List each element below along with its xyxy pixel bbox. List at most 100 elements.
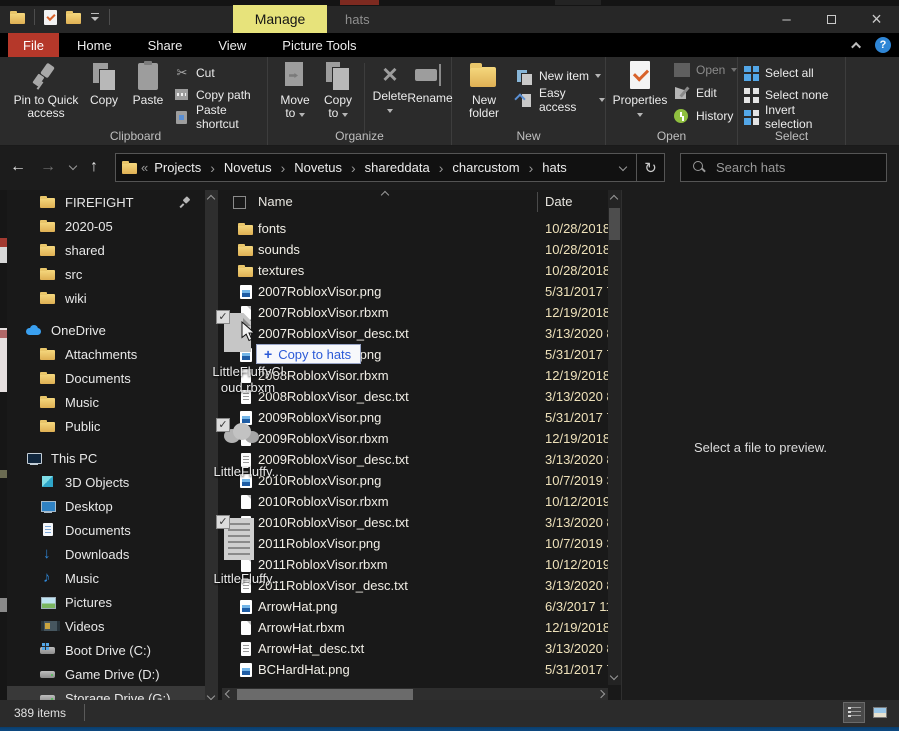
file-row[interactable]: 2010RobloxVisor.rbxm 10/12/2019 [222,491,608,512]
file-row[interactable]: 2009RobloxVisor.rbxm 12/19/2018 [222,428,608,449]
scroll-right-icon[interactable] [597,690,605,698]
address-dropdown-icon[interactable] [619,163,627,171]
file-name[interactable]: 2008RobloxVisor.rbxm [258,368,545,383]
qat-customize-dropdown-icon[interactable] [90,11,100,23]
column-header-date[interactable]: Date [545,194,572,209]
file-name[interactable]: textures [258,263,545,278]
tab-manage[interactable]: Manage [233,5,327,33]
file-name[interactable]: fonts [258,221,545,236]
details-view-button[interactable] [843,702,865,723]
file-row[interactable]: 2010RobloxVisor_desc.txt 3/13/2020 8 [222,512,608,533]
sidebar-item[interactable]: Videos [0,614,205,638]
tab-view[interactable]: View [200,33,264,57]
file-list-vertical-scrollbar[interactable] [608,190,621,685]
sidebar-item[interactable]: Documents [0,366,205,390]
collapse-ribbon-icon[interactable] [851,41,861,51]
properties-button[interactable]: Properties [610,61,670,120]
breadcrumb-item[interactable]: Novetus › [224,160,294,176]
sidebar-item-this-pc[interactable]: This PC [0,446,205,470]
tab-picture-tools[interactable]: Picture Tools [264,33,374,57]
file-name[interactable]: ArrowHat.png [258,599,545,614]
file-name[interactable]: 2010RobloxVisor_desc.txt [258,515,545,530]
cut-button[interactable]: ✂ Cut [174,64,215,82]
sidebar-item[interactable]: Music [0,390,205,414]
close-button[interactable]: × [854,5,899,33]
select-all-checkbox[interactable] [233,196,246,209]
scroll-down-icon[interactable] [610,672,618,680]
up-button[interactable]: ↑ [90,158,98,176]
copy-path-button[interactable]: Copy path [174,86,251,104]
history-button[interactable]: History [674,107,733,125]
file-row[interactable]: 2011RobloxVisor.rbxm 10/12/2019 [222,554,608,575]
breadcrumb-label[interactable]: hats [542,160,567,175]
breadcrumb-item[interactable]: Novetus › [294,160,364,176]
search-box[interactable] [680,153,887,182]
file-name[interactable]: 2007RobloxVisor.rbxm [258,305,545,320]
sidebar-item[interactable]: src [0,262,205,286]
sidebar-item[interactable]: Game Drive (D:) [0,662,205,686]
paste-shortcut-button[interactable]: Paste shortcut [174,108,267,126]
file-row[interactable]: BCHardHat.png 5/31/2017 7 [222,659,608,680]
file-name[interactable]: ArrowHat.rbxm [258,620,545,635]
file-name[interactable]: sounds [258,242,545,257]
easy-access-button[interactable]: Easy access [516,91,605,109]
sidebar-item[interactable]: 2020-05 [0,214,205,238]
sidebar-item[interactable]: 3D Objects [0,470,205,494]
qat-properties-icon[interactable] [44,10,57,25]
file-row[interactable]: 2008RobloxVisor_desc.txt 3/13/2020 8 [222,386,608,407]
scroll-up-icon[interactable] [610,195,618,203]
file-name[interactable]: 2009RobloxVisor.png [258,410,545,425]
sidebar-item[interactable]: Public [0,414,205,438]
breadcrumb-separator-icon[interactable]: › [201,160,224,176]
file-row[interactable]: 2011RobloxVisor.png 10/7/2019 3 [222,533,608,554]
breadcrumb-item[interactable]: hats › [542,160,567,175]
file-name[interactable]: 2011RobloxVisor_desc.txt [258,578,545,593]
file-row[interactable]: 2010RobloxVisor.png 10/7/2019 3 [222,470,608,491]
file-name[interactable]: 2010RobloxVisor.rbxm [258,494,545,509]
scroll-up-icon[interactable] [207,195,215,203]
breadcrumb-label[interactable]: Projects [154,160,201,175]
new-folder-button[interactable]: New folder [458,61,510,120]
maximize-button[interactable] [809,5,854,33]
back-button[interactable]: ← [10,158,26,176]
file-row[interactable]: ArrowHat_desc.txt 3/13/2020 8 [222,638,608,659]
sidebar-item[interactable]: Desktop [0,494,205,518]
copy-to-button[interactable]: Copy to [318,61,358,120]
breadcrumb-label[interactable]: Novetus [224,160,272,175]
file-row[interactable]: fonts 10/28/2018 [222,218,608,239]
sidebar-scrollbar[interactable] [205,190,218,705]
select-none-button[interactable]: Select none [744,86,828,104]
file-name[interactable]: 2011RobloxVisor.png [258,536,545,551]
file-name[interactable]: BCHardHat.png [258,662,545,677]
new-item-button[interactable]: New item [516,67,601,85]
invert-selection-button[interactable]: Invert selection [744,108,845,126]
sidebar-item[interactable]: Attachments [0,342,205,366]
breadcrumb-label[interactable]: shareddata [365,160,430,175]
file-name[interactable]: 2009RobloxVisor.rbxm [258,431,545,446]
sidebar-item[interactable]: Documents [0,518,205,542]
scrollbar-thumb[interactable] [609,208,620,240]
file-row[interactable]: 2008RobloxVisor.rbxm 12/19/2018 [222,365,608,386]
paste-button[interactable]: Paste [126,61,170,107]
sidebar-item[interactable]: Music [0,566,205,590]
file-row[interactable]: ArrowHat.png 6/3/2017 11 [222,596,608,617]
rename-button[interactable]: Rename [406,61,454,105]
tab-home[interactable]: Home [59,33,130,57]
thumbnails-view-button[interactable] [869,702,891,723]
scroll-left-icon[interactable] [225,690,233,698]
file-row[interactable]: ArrowHat.rbxm 12/19/2018 [222,617,608,638]
tab-file[interactable]: File [8,33,59,57]
tab-share[interactable]: Share [130,33,201,57]
file-name[interactable]: 2011RobloxVisor.rbxm [258,557,545,572]
minimize-button[interactable]: – [764,5,809,33]
refresh-button[interactable]: ↻ [637,153,665,182]
search-input[interactable] [716,160,866,175]
breadcrumb-label[interactable]: Novetus [294,160,342,175]
breadcrumb-separator-icon[interactable]: › [430,160,453,176]
scroll-down-icon[interactable] [207,692,215,700]
breadcrumb-item[interactable]: shareddata › [365,160,453,176]
breadcrumb-separator-icon[interactable]: › [520,160,543,176]
sidebar-item[interactable]: Storage Drive (G:) [0,686,205,700]
qat-new-folder-icon[interactable] [66,11,81,24]
qat-folder-icon[interactable] [10,11,25,24]
